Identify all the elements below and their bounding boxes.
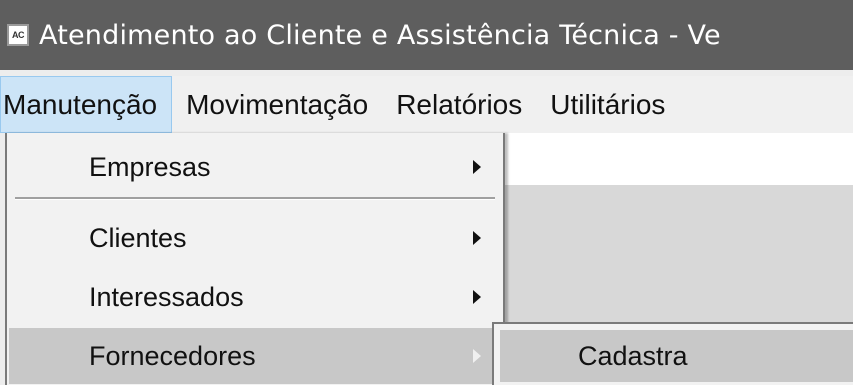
menu-item-label: Cadastra [578,340,688,371]
menu-item-label: Empresas [89,151,211,182]
fornecedores-submenu: Cadastra [492,322,853,385]
manutencao-dropdown: Empresas Clientes Interessados Fornecedo… [5,133,505,385]
app-icon[interactable]: AC [7,24,29,46]
menu-separator [15,197,495,200]
menu-manutencao[interactable]: Manutenção [0,76,173,133]
submenu-arrow-icon [473,160,481,174]
window-title: Atendimento ao Cliente e Assistência Téc… [39,19,721,51]
menu-item-label: Fornecedores [89,340,256,371]
menu-relatorios[interactable]: Relatórios [382,76,536,133]
menu-utilitarios[interactable]: Utilitários [536,76,679,133]
menu-item-clientes[interactable]: Clientes [9,210,501,266]
menu-item-label: Clientes [89,222,187,253]
submenu-arrow-icon [473,290,481,304]
menu-item-fornecedores[interactable]: Fornecedores [9,328,501,384]
submenu-arrow-icon [473,349,481,363]
menu-item-interessados[interactable]: Interessados [9,269,501,325]
menu-item-empresas[interactable]: Empresas [9,139,501,195]
menu-item-cadastra[interactable]: Cadastra [500,330,853,382]
menu-bar: Manutenção Movimentação Relatórios Utili… [0,76,853,133]
menu-item-label: Interessados [89,281,244,312]
menu-movimentacao[interactable]: Movimentação [172,76,382,133]
toolbar-area [505,133,853,185]
title-bar: AC Atendimento ao Cliente e Assistência … [0,0,853,70]
submenu-arrow-icon [473,231,481,245]
